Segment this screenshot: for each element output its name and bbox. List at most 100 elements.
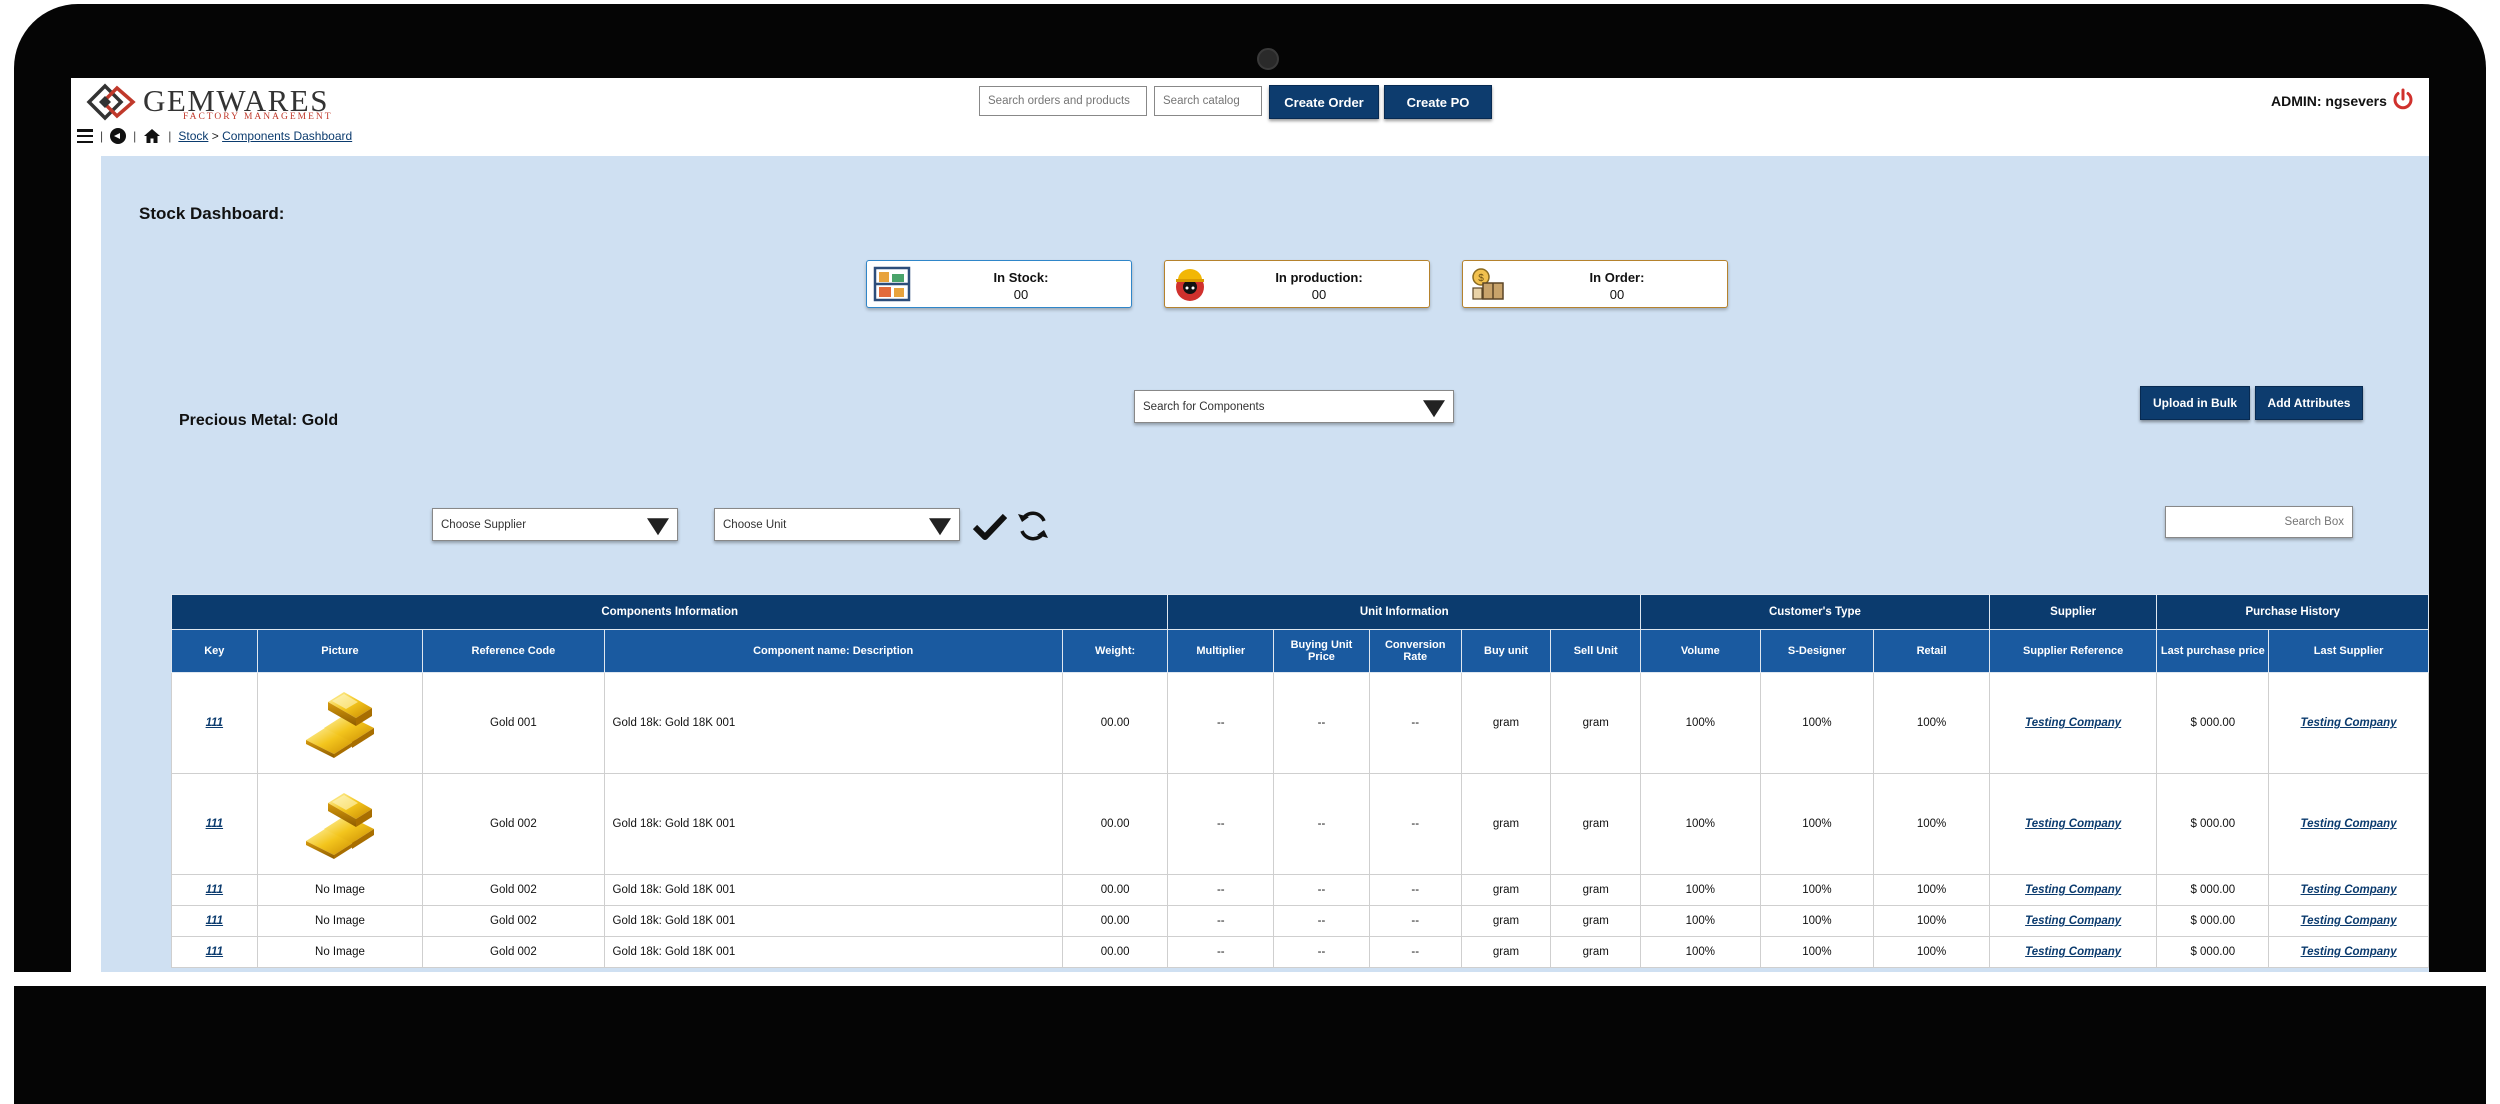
cell-buying-price: --	[1273, 936, 1370, 968]
col-buy-unit[interactable]: Buy unit	[1460, 629, 1552, 673]
col-last-supplier[interactable]: Last Supplier	[2268, 629, 2429, 673]
cell-text: gram	[1492, 884, 1520, 896]
col-multiplier[interactable]: Multiplier	[1167, 629, 1275, 673]
add-attributes-button[interactable]: Add Attributes	[2255, 386, 2363, 420]
cell-weight: 00.00	[1061, 936, 1169, 968]
group-customers-type: Customer's Type	[1640, 594, 1990, 630]
cell-text: --	[1411, 884, 1420, 896]
in-stock-label: In Stock:	[993, 270, 1049, 285]
apply-checkmark-icon[interactable]	[973, 512, 1007, 540]
supplier-link[interactable]: Testing Company	[2025, 884, 2121, 896]
cell-buying-price: --	[1273, 773, 1370, 875]
cell-last-price: $ 000.00	[2156, 874, 2270, 906]
col-picture[interactable]: Picture	[256, 629, 424, 673]
search-orders-input[interactable]	[979, 86, 1147, 116]
cell-s-designer: 100%	[1759, 874, 1875, 906]
table-body: 111 Gold 001 Gold 18k: Gold 18K 001 00.00 --…	[171, 672, 2429, 968]
row-key-link[interactable]: 111	[206, 717, 223, 729]
col-key[interactable]: Key	[171, 629, 258, 673]
breadcrumb-components-link[interactable]: Components Dashboard	[222, 129, 352, 143]
col-supplier-reference[interactable]: Supplier Reference	[1988, 629, 2158, 673]
in-order-card[interactable]: $ In Order: 00	[1462, 260, 1728, 308]
choose-supplier-placeholder: Choose Supplier	[441, 518, 527, 531]
in-order-label: In Order:	[1589, 270, 1645, 285]
cell-multiplier: --	[1167, 672, 1275, 774]
cell-text: 100%	[1916, 884, 1947, 896]
in-production-value: 00	[1311, 287, 1327, 302]
cell-picture-image	[256, 773, 424, 875]
cell-desc: Gold 18k: Gold 18K 001	[603, 874, 1063, 906]
logo-subtext: FACTORY MANAGEMENT	[183, 112, 333, 122]
admin-user-label: ADMIN: ngsevers	[2271, 93, 2387, 109]
cell-conversion: --	[1368, 905, 1462, 937]
cell-ref: Gold 002	[422, 905, 605, 937]
cell-text: gram	[1492, 818, 1520, 830]
supplier-link[interactable]: Testing Company	[2025, 915, 2121, 927]
col-component-name[interactable]: Component name: Description	[603, 629, 1063, 673]
col-volume[interactable]: Volume	[1640, 629, 1761, 673]
breadcrumb-stock-link[interactable]: Stock	[178, 129, 208, 143]
gemwares-logo[interactable]: GEMWARES FACTORY MANAGEMENT	[85, 82, 345, 122]
cell-volume: 100%	[1640, 905, 1761, 937]
in-stock-card[interactable]: In Stock: 00	[866, 260, 1132, 308]
back-icon[interactable]	[110, 128, 127, 144]
table-search-box[interactable]	[2165, 506, 2353, 538]
refresh-icon[interactable]	[1015, 509, 1051, 543]
choose-unit-dropdown[interactable]: Choose Unit	[714, 508, 960, 541]
cell-supplier-ref: Testing Company	[1988, 773, 2158, 875]
supplier-link[interactable]: Testing Company	[2301, 717, 2397, 729]
col-s-designer[interactable]: S-Designer	[1759, 629, 1875, 673]
table-row[interactable]: 111 No Image Gold 002 Gold 18k: Gold 18K 00…	[171, 874, 2429, 906]
row-key-link[interactable]: 111	[206, 946, 223, 958]
col-buying-unit-price[interactable]: Buying Unit Price	[1273, 629, 1370, 673]
table-row[interactable]: 111 Gold 001 Gold 18k: Gold 18K 001 00.00 --…	[171, 672, 2429, 774]
cell-text: --	[1216, 915, 1225, 927]
col-sell-unit[interactable]: Sell Unit	[1550, 629, 1642, 673]
supplier-link[interactable]: Testing Company	[2301, 915, 2397, 927]
table-row[interactable]: 111 Gold 002 Gold 18k: Gold 18K 001 00.00 --…	[171, 773, 2429, 875]
cell-text: --	[1216, 946, 1225, 958]
cell-retail: 100%	[1873, 672, 1990, 774]
row-key-link[interactable]: 111	[206, 915, 223, 927]
cell-text: 100%	[1685, 884, 1716, 896]
col-last-purchase-price[interactable]: Last purchase price	[2156, 629, 2270, 673]
choose-supplier-dropdown[interactable]: Choose Supplier	[432, 508, 678, 541]
cell-conversion: --	[1368, 874, 1462, 906]
cell-text: Gold 002	[490, 884, 537, 896]
table-row[interactable]: 111 No Image Gold 002 Gold 18k: Gold 18K 00…	[171, 936, 2429, 968]
supplier-link[interactable]: Testing Company	[2301, 818, 2397, 830]
create-order-button[interactable]: Create Order	[1269, 85, 1379, 119]
search-catalog-input[interactable]	[1154, 86, 1262, 116]
col-conversion-rate[interactable]: Conversion Rate	[1368, 629, 1462, 673]
cell-text: gram	[1582, 915, 1609, 927]
logout-power-icon[interactable]	[2391, 88, 2415, 112]
supplier-link[interactable]: Testing Company	[2025, 717, 2121, 729]
supplier-link[interactable]: Testing Company	[2301, 884, 2397, 896]
upload-in-bulk-button[interactable]: Upload in Bulk	[2140, 386, 2250, 420]
col-retail[interactable]: Retail	[1873, 629, 1990, 673]
hamburger-menu-icon[interactable]	[77, 129, 93, 143]
create-po-button[interactable]: Create PO	[1384, 85, 1492, 119]
app-screen: GEMWARES FACTORY MANAGEMENT | | | Stock …	[71, 78, 2429, 978]
table-row[interactable]: 111 No Image Gold 002 Gold 18k: Gold 18K 00…	[171, 905, 2429, 937]
in-stock-value: 00	[1013, 287, 1029, 302]
cell-desc: Gold 18k: Gold 18K 001	[603, 773, 1063, 875]
cell-weight: 00.00	[1061, 905, 1169, 937]
cell-multiplier: --	[1167, 936, 1275, 968]
row-key-link[interactable]: 111	[206, 818, 223, 830]
col-reference-code[interactable]: Reference Code	[422, 629, 605, 673]
cell-retail: 100%	[1873, 936, 1990, 968]
in-production-card[interactable]: In production: 00	[1164, 260, 1430, 308]
supplier-link[interactable]: Testing Company	[2025, 946, 2121, 958]
cell-s-designer: 100%	[1759, 672, 1875, 774]
home-icon[interactable]	[143, 128, 161, 144]
search-components-dropdown[interactable]: Search for Components	[1134, 390, 1454, 423]
cell-supplier-ref: Testing Company	[1988, 672, 2158, 774]
cell-text: $ 000.00	[2190, 884, 2236, 896]
cell-text: 00.00	[1100, 946, 1130, 958]
row-key-link[interactable]: 111	[206, 884, 223, 896]
col-weight[interactable]: Weight:	[1061, 629, 1169, 673]
supplier-link[interactable]: Testing Company	[2025, 818, 2121, 830]
cell-text: --	[1411, 717, 1420, 729]
supplier-link[interactable]: Testing Company	[2301, 946, 2397, 958]
